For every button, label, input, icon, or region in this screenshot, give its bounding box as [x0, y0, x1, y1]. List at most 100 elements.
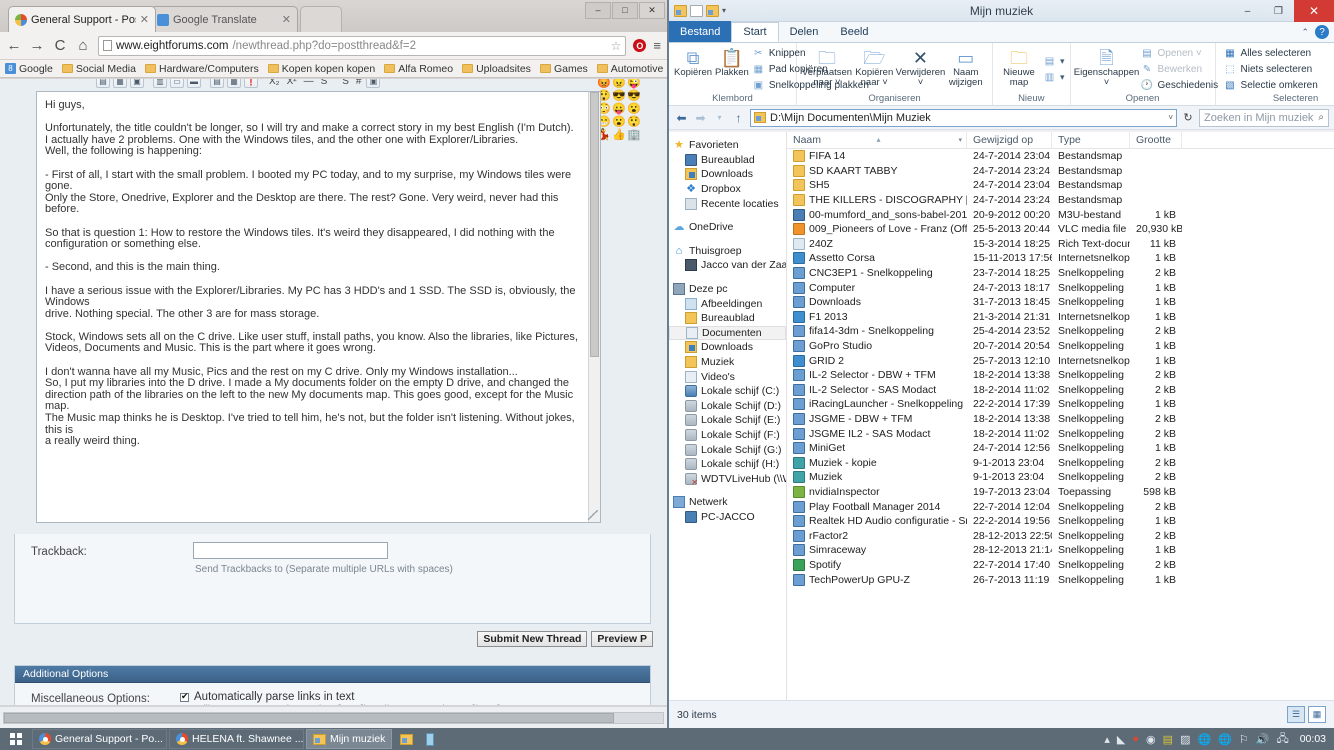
chevron-down-icon[interactable]: ˅	[1168, 113, 1173, 122]
scrollbar-thumb[interactable]	[590, 92, 599, 357]
subscript-icon[interactable]: X₂	[267, 79, 282, 87]
warning-icon[interactable]: ❗	[244, 79, 258, 88]
outdent-icon[interactable]: ▬	[187, 79, 201, 88]
table-row[interactable]: CNC3EP1 - Snelkoppeling 23-7-2014 18:25 Sn…	[787, 266, 1334, 281]
table-row[interactable]: SH5 24-7-2014 23:04 Bestandsmap	[787, 178, 1334, 193]
bookmark-kopen[interactable]: Kopen kopen kopen	[267, 63, 375, 75]
navpane-item-favorieten[interactable]: ★ Favorieten	[669, 138, 786, 153]
navpane-item-drive-d[interactable]: Lokale Schijf (D:)	[669, 399, 786, 414]
table-row[interactable]: 009_Pioneers of Love - Franz (Official A…	[787, 222, 1334, 237]
table-row[interactable]: Spotify 22-7-2014 17:40 Snelkoppeling 2 kB	[787, 558, 1334, 573]
table-row[interactable]: 00-mumford_and_sons-babel-2012 20-9-2012 …	[787, 207, 1334, 222]
emoji-item[interactable]: 😠	[612, 79, 626, 89]
paste-button[interactable]: 📋 Plakken	[715, 46, 749, 93]
navpane-item-deze-pc[interactable]: Deze pc	[669, 282, 786, 297]
table-row[interactable]: Assetto Corsa 15-11-2013 17:56 Internetsne…	[787, 251, 1334, 266]
grid-icon[interactable]: ▦	[113, 79, 127, 88]
tab-beeld[interactable]: Beeld	[829, 22, 879, 42]
opera-extension-icon[interactable]: O	[633, 39, 647, 52]
table-row[interactable]: MiniGet 24-7-2014 12:56 Snelkoppeling 1 kB	[787, 441, 1334, 456]
opera-icon[interactable]: ●	[1132, 733, 1139, 745]
hash-icon[interactable]: #	[354, 79, 364, 87]
details-view-icon[interactable]: ☰	[1287, 706, 1305, 723]
scrollbar-track[interactable]	[3, 711, 664, 724]
column-header-grootte[interactable]: Grootte	[1130, 132, 1182, 149]
wallet-icon[interactable]: ▤	[1163, 733, 1173, 746]
clock[interactable]: 00:03	[1296, 733, 1326, 745]
table-row[interactable]: Muziek 9-1-2013 23:04 Snelkoppeling 2 kB	[787, 470, 1334, 485]
chevron-down-icon[interactable]: ▾	[958, 132, 962, 149]
emoji-item[interactable]: 😲	[627, 116, 641, 128]
tab-delen[interactable]: Delen	[779, 22, 830, 42]
emoji-item[interactable]: 😛	[612, 103, 626, 115]
table-row[interactable]: THE KILLERS - DISCOGRAPHY [CHANNE... 24-7…	[787, 193, 1334, 208]
forward-icon[interactable]: →	[29, 37, 45, 54]
navpane-item-downloads[interactable]: Downloads	[669, 167, 786, 182]
taskbar-pinned-folders[interactable]	[394, 729, 418, 749]
bookmark-uploadsites[interactable]: Uploadsites	[462, 63, 531, 75]
navpane-item-drive-c[interactable]: Lokale schijf (C:)	[669, 384, 786, 399]
reload-icon[interactable]: C	[52, 37, 68, 54]
tab-bestand[interactable]: Bestand	[669, 21, 732, 42]
navpane-item-muziek[interactable]: Muziek	[669, 355, 786, 370]
navpane-item-downloads-pc[interactable]: Downloads	[669, 340, 786, 355]
navpane-item-thuisgroep[interactable]: ⌂ Thuisgroep	[669, 244, 786, 259]
column-header-naam[interactable]: ▴ Naam ▾	[787, 132, 967, 149]
navpane-item-drive-e[interactable]: Lokale Schijf (E:)	[669, 413, 786, 428]
taskbar-pinned-phone[interactable]	[418, 729, 442, 749]
new-folder-button[interactable]: 🗀 Nieuwe map	[998, 46, 1040, 93]
table-row[interactable]: Muziek - kopie 9-1-2013 23:04 Snelkoppelin…	[787, 455, 1334, 470]
home-icon[interactable]: ⌂	[75, 37, 91, 54]
rename-button[interactable]: ▭ Naam wijzigen	[944, 46, 987, 93]
network-icon[interactable]: 🖧	[1276, 730, 1288, 749]
table-row[interactable]: fifa14-3dm - Snelkoppeling 25-4-2014 23:5…	[787, 324, 1334, 339]
table-row[interactable]: Simraceway 28-12-2013 21:14 Snelkoppeling 1…	[787, 543, 1334, 558]
taskbar-item-helena[interactable]: HELENA ft. Shawnee ...	[169, 729, 304, 749]
bookmark-google[interactable]: 8 Google	[5, 63, 53, 75]
navpane-item-jacco[interactable]: Jacco van der Zaag	[669, 258, 786, 273]
bookmark-star-icon[interactable]: ☆	[611, 39, 622, 53]
navpane-item-bureaublad-pc[interactable]: Bureaublad	[669, 311, 786, 326]
table-row[interactable]: SD KAART TABBY 24-7-2014 23:24 Bestandsmap	[787, 164, 1334, 179]
properties-button[interactable]: 🗎 Eigenschappen ˅	[1074, 46, 1140, 93]
select-none-button[interactable]: ⬚ Niets selecteren	[1224, 62, 1318, 77]
volume-icon[interactable]: 🔊	[1256, 733, 1270, 746]
rule-icon[interactable]: —	[302, 79, 316, 87]
close-icon[interactable]: ✕	[140, 13, 149, 26]
path-input[interactable]: D:\Mijn Documenten\Mijn Muziek ˅	[750, 108, 1177, 127]
flag-icon[interactable]: ⚐	[1239, 733, 1249, 746]
navpane-item-videos[interactable]: Video's	[669, 369, 786, 384]
table-row[interactable]: 240Z 15-3-2014 18:25 Rich Text-docume... 11…	[787, 237, 1334, 252]
column-header-gewijzigd-op[interactable]: Gewijzigd op	[967, 132, 1052, 149]
close-button[interactable]: ✕	[639, 2, 665, 19]
page-horizontal-scrollbar[interactable]	[0, 706, 667, 728]
emoji-item[interactable]: 😮	[627, 103, 641, 115]
trackback-input[interactable]	[193, 542, 388, 559]
search-input[interactable]: Zoeken in Mijn muziek ⌕	[1199, 108, 1329, 127]
code-icon[interactable]: ▣	[366, 79, 381, 88]
bookmark-social-media[interactable]: Social Media	[61, 63, 136, 75]
emoji-item[interactable]: 😜	[627, 79, 641, 89]
emoji-item[interactable]: 🏢	[627, 129, 641, 141]
nvidia-icon[interactable]: ◣	[1117, 733, 1125, 746]
table-row[interactable]: GoPro Studio 20-7-2014 20:54 Snelkoppeling…	[787, 339, 1334, 354]
bookmark-alfa-romeo[interactable]: Alfa Romeo	[384, 63, 453, 75]
resize-grip[interactable]	[588, 510, 598, 520]
copy-button[interactable]: ⧉ Kopiëren	[674, 46, 712, 93]
refresh-icon[interactable]: ↻	[1181, 111, 1195, 124]
browser-menu-icon[interactable]: ≡	[653, 38, 661, 53]
emoji-item[interactable]: 😎	[627, 90, 641, 102]
scrollbar-thumb[interactable]	[4, 712, 614, 723]
recent-locations-icon[interactable]: ▾	[712, 113, 727, 122]
checkbox-icon[interactable]	[180, 691, 189, 702]
taskbar-item-mijn-muziek[interactable]: Mijn muziek	[306, 729, 393, 749]
bookmark-hardware-computers[interactable]: Hardware/Computers	[144, 63, 259, 75]
navigation-pane[interactable]: ★ Favorieten Bureaublad Downloads ❖ Dropbo…	[669, 132, 787, 700]
taskbar-item-general-support[interactable]: General Support - Po...	[32, 729, 167, 749]
navpane-item-onedrive[interactable]: ☁ OneDrive	[669, 220, 786, 235]
close-button[interactable]: ✕	[1294, 0, 1334, 22]
start-button[interactable]	[0, 728, 32, 750]
emoji-item[interactable]: 😡	[597, 79, 611, 89]
collapse-ribbon-icon[interactable]: ⌃	[1301, 27, 1309, 38]
column-header-type[interactable]: Type	[1052, 132, 1130, 149]
